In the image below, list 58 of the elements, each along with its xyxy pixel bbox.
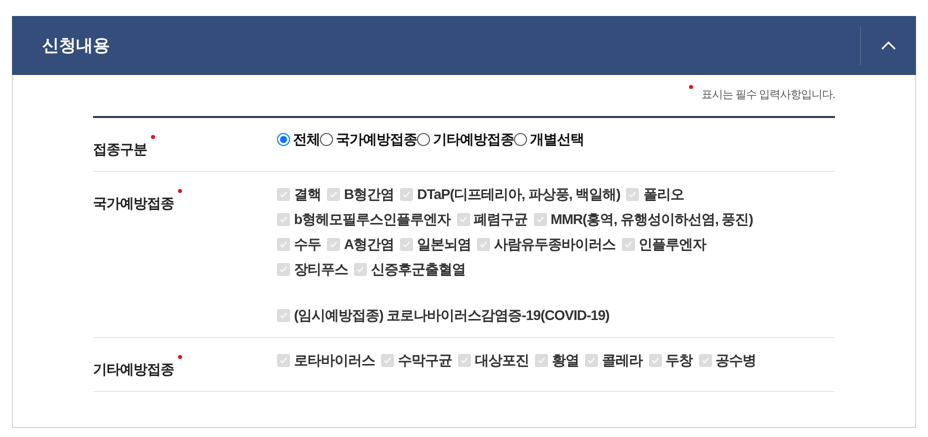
checkbox-label: MMR(홍역, 유행성이하선염, 풍진) — [550, 210, 753, 229]
checkbox-label: 수막구균 — [398, 350, 452, 370]
chevron-up-icon — [881, 41, 896, 50]
radio-label: 기타예방접종 — [433, 130, 514, 149]
checkbox-label: A형간염 — [344, 234, 394, 254]
radio-button[interactable] — [277, 133, 290, 146]
checkmark-icon — [279, 214, 288, 224]
checkmark-icon — [279, 240, 288, 248]
checkbox-label: 로타바이러스 — [294, 350, 375, 370]
checkmark-icon — [279, 190, 288, 198]
checkmark-icon — [700, 356, 710, 364]
checkbox-label: 사람유두종바이러스 — [494, 234, 616, 254]
checkmark-icon — [650, 356, 660, 364]
checkbox-label: 수두 — [294, 234, 321, 254]
checkmark-icon — [329, 190, 338, 198]
checkmark-icon — [479, 240, 488, 248]
checkbox-label: 폐렴구균 — [474, 210, 528, 228]
checkmark-icon — [279, 264, 288, 274]
checkbox-label: 황열 — [552, 350, 579, 370]
checkmark-icon — [356, 264, 365, 274]
radio-label: 국가예방접종 — [336, 130, 417, 149]
panel-title: 신청내용 — [42, 34, 110, 57]
checkbox-label: 신증후군출혈열 — [371, 260, 466, 278]
checkmark-icon — [536, 214, 545, 224]
checkmark-icon — [329, 240, 338, 248]
checkmark-icon — [458, 214, 468, 224]
checkbox-label: 장티푸스 — [294, 260, 348, 278]
radio-label: 전체 — [293, 130, 320, 149]
radio-button[interactable] — [320, 133, 333, 146]
checkbox-label: 폴리오 — [643, 184, 684, 204]
field-label: 기타예방접종 — [93, 360, 174, 379]
checkmark-icon — [587, 356, 596, 364]
radio-button[interactable] — [514, 133, 527, 146]
checkbox-label: DTaP(디프테리아, 파상풍, 백일해) — [417, 184, 620, 204]
radio-button[interactable] — [417, 133, 430, 146]
checkbox-label: 콜레라 — [602, 350, 642, 370]
checkbox-label: 결핵 — [294, 184, 321, 204]
checkmark-icon — [402, 190, 412, 198]
checkbox-label: 일본뇌염 — [417, 234, 472, 254]
checkmark-icon — [537, 356, 546, 364]
checkbox-label: 대상포진 — [475, 350, 529, 370]
checkmark-icon — [402, 240, 412, 248]
checkmark-icon — [279, 310, 288, 320]
checkmark-icon — [624, 240, 633, 248]
checkbox-label: 인플루엔자 — [638, 234, 706, 254]
radio-label: 개별선택 — [530, 130, 584, 149]
field-label: 접종구분 — [93, 140, 147, 159]
checkbox-label: B형간염 — [344, 184, 394, 204]
checkbox-label: 공수병 — [716, 350, 756, 370]
field-label: 국가예방접종 — [93, 194, 174, 213]
checkmark-icon — [628, 190, 638, 198]
checkmark-icon — [460, 356, 469, 364]
checkmark-icon — [383, 356, 392, 364]
checkbox-label: 두창 — [666, 350, 692, 370]
checkmark-icon — [279, 356, 288, 364]
checkbox-label: b형헤모필루스인플루엔자 — [294, 210, 451, 228]
required-note: 표시는 필수 입력사항입니다. — [701, 88, 835, 103]
checkbox-label: (임시예방접종) 코로나바이러스감염증-19(COVID-19) — [294, 306, 610, 325]
